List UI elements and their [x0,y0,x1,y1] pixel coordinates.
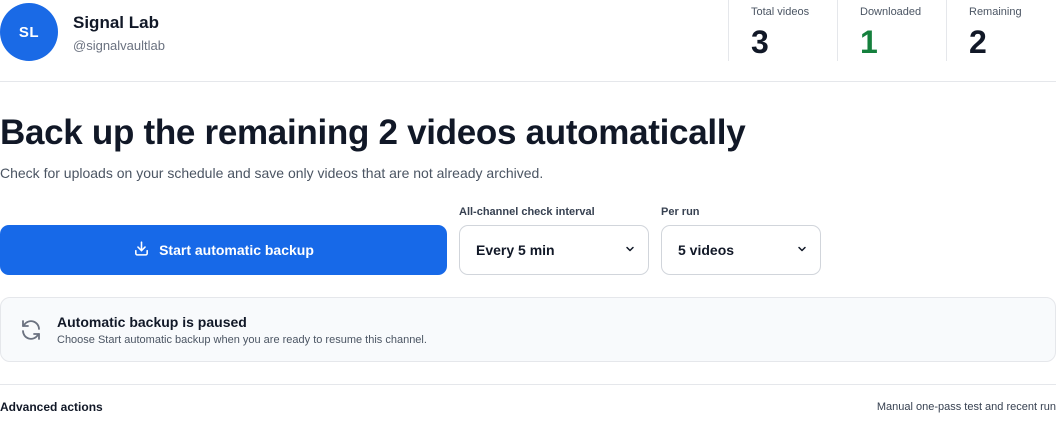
chevron-down-icon [624,242,636,258]
refresh-icon [19,318,43,342]
interval-select[interactable]: Every 5 min [459,225,649,275]
per-run-select[interactable]: 5 videos [661,225,821,275]
per-run-value: 5 videos [678,242,735,258]
stat-value: 1 [860,24,878,60]
page-subtitle: Check for uploads on your schedule and s… [0,165,544,181]
stat-label: Total videos [751,6,810,18]
interval-value: Every 5 min [476,242,555,258]
advanced-actions-toggle[interactable]: Advanced actions [0,400,103,414]
status-description: Choose Start automatic backup when you a… [57,334,427,346]
avatar: SL [0,3,58,61]
start-automatic-backup-button[interactable]: Start automatic backup [0,225,447,275]
stat-label: Remaining [969,6,1022,18]
channel-handle: @signalvaultlab [73,38,165,53]
status-title: Automatic backup is paused [57,314,247,330]
channel-name: Signal Lab [73,13,159,32]
channel-header: SL Signal Lab @signalvaultlab Total vide… [0,0,1056,82]
start-button-label: Start automatic backup [159,242,314,258]
page-title: Back up the remaining 2 videos automatic… [0,113,746,152]
stat-value: 3 [751,24,769,60]
per-run-label: Per run [661,206,700,218]
stat-label: Downloaded [860,6,922,18]
stat-total-videos: Total videos 3 [728,0,809,61]
backup-status-panel: Automatic backup is paused Choose Start … [0,297,1056,362]
stat-downloaded: Downloaded 1 [837,0,921,61]
stat-remaining: Remaining 2 [946,0,1022,61]
download-icon [133,240,150,260]
interval-label: All-channel check interval [459,206,595,218]
advanced-actions-note: Manual one-pass test and recent run [876,401,1056,413]
chevron-down-icon [796,242,808,258]
stat-value: 2 [969,24,987,60]
section-divider [0,384,1056,385]
